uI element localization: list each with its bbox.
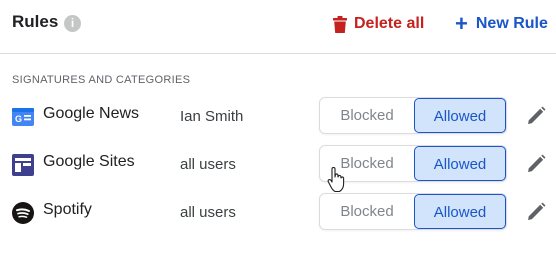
- hand-cursor-icon: [327, 167, 345, 193]
- app-name: Spotify: [43, 201, 92, 218]
- section-label: SIGNATURES AND CATEGORIES: [12, 74, 191, 86]
- allowed-option[interactable]: Allowed: [414, 146, 506, 181]
- pencil-icon[interactable]: [525, 105, 547, 127]
- app-name: Google News: [43, 105, 140, 122]
- rules-header: Rules i Delete all + New Rule: [0, 0, 556, 54]
- plus-icon: +: [455, 11, 468, 36]
- google-sites-icon: [12, 154, 34, 176]
- allow-block-toggle: Blocked Allowed: [319, 193, 507, 230]
- allowed-option[interactable]: Allowed: [414, 98, 506, 133]
- allow-block-toggle: Blocked Allowed: [319, 97, 507, 134]
- rule-users: all users: [180, 156, 236, 173]
- new-rule-button[interactable]: + New Rule: [455, 13, 548, 35]
- blocked-option[interactable]: Blocked: [320, 194, 414, 229]
- pencil-icon[interactable]: [525, 201, 547, 223]
- svg-text:G: G: [15, 114, 22, 124]
- rule-row: Google Sites all users Blocked Allowed: [0, 144, 556, 184]
- page-title: Rules: [12, 12, 59, 31]
- new-rule-label: New Rule: [475, 15, 548, 32]
- rule-users: Ian Smith: [180, 108, 244, 125]
- pencil-icon[interactable]: [525, 153, 547, 175]
- delete-all-button[interactable]: Delete all: [333, 13, 424, 35]
- app-name: Google Sites: [43, 153, 135, 170]
- allowed-option[interactable]: Allowed: [414, 194, 506, 229]
- rule-row: Spotify all users Blocked Allowed: [0, 192, 556, 232]
- blocked-option[interactable]: Blocked: [320, 98, 414, 133]
- trash-icon: [333, 15, 347, 33]
- delete-all-label: Delete all: [354, 15, 425, 32]
- spotify-icon: [12, 202, 34, 224]
- google-news-icon: G: [12, 108, 34, 126]
- rule-row: G Google News Ian Smith Blocked Allowed: [0, 96, 556, 136]
- rule-users: all users: [180, 204, 236, 221]
- info-icon[interactable]: i: [64, 15, 81, 32]
